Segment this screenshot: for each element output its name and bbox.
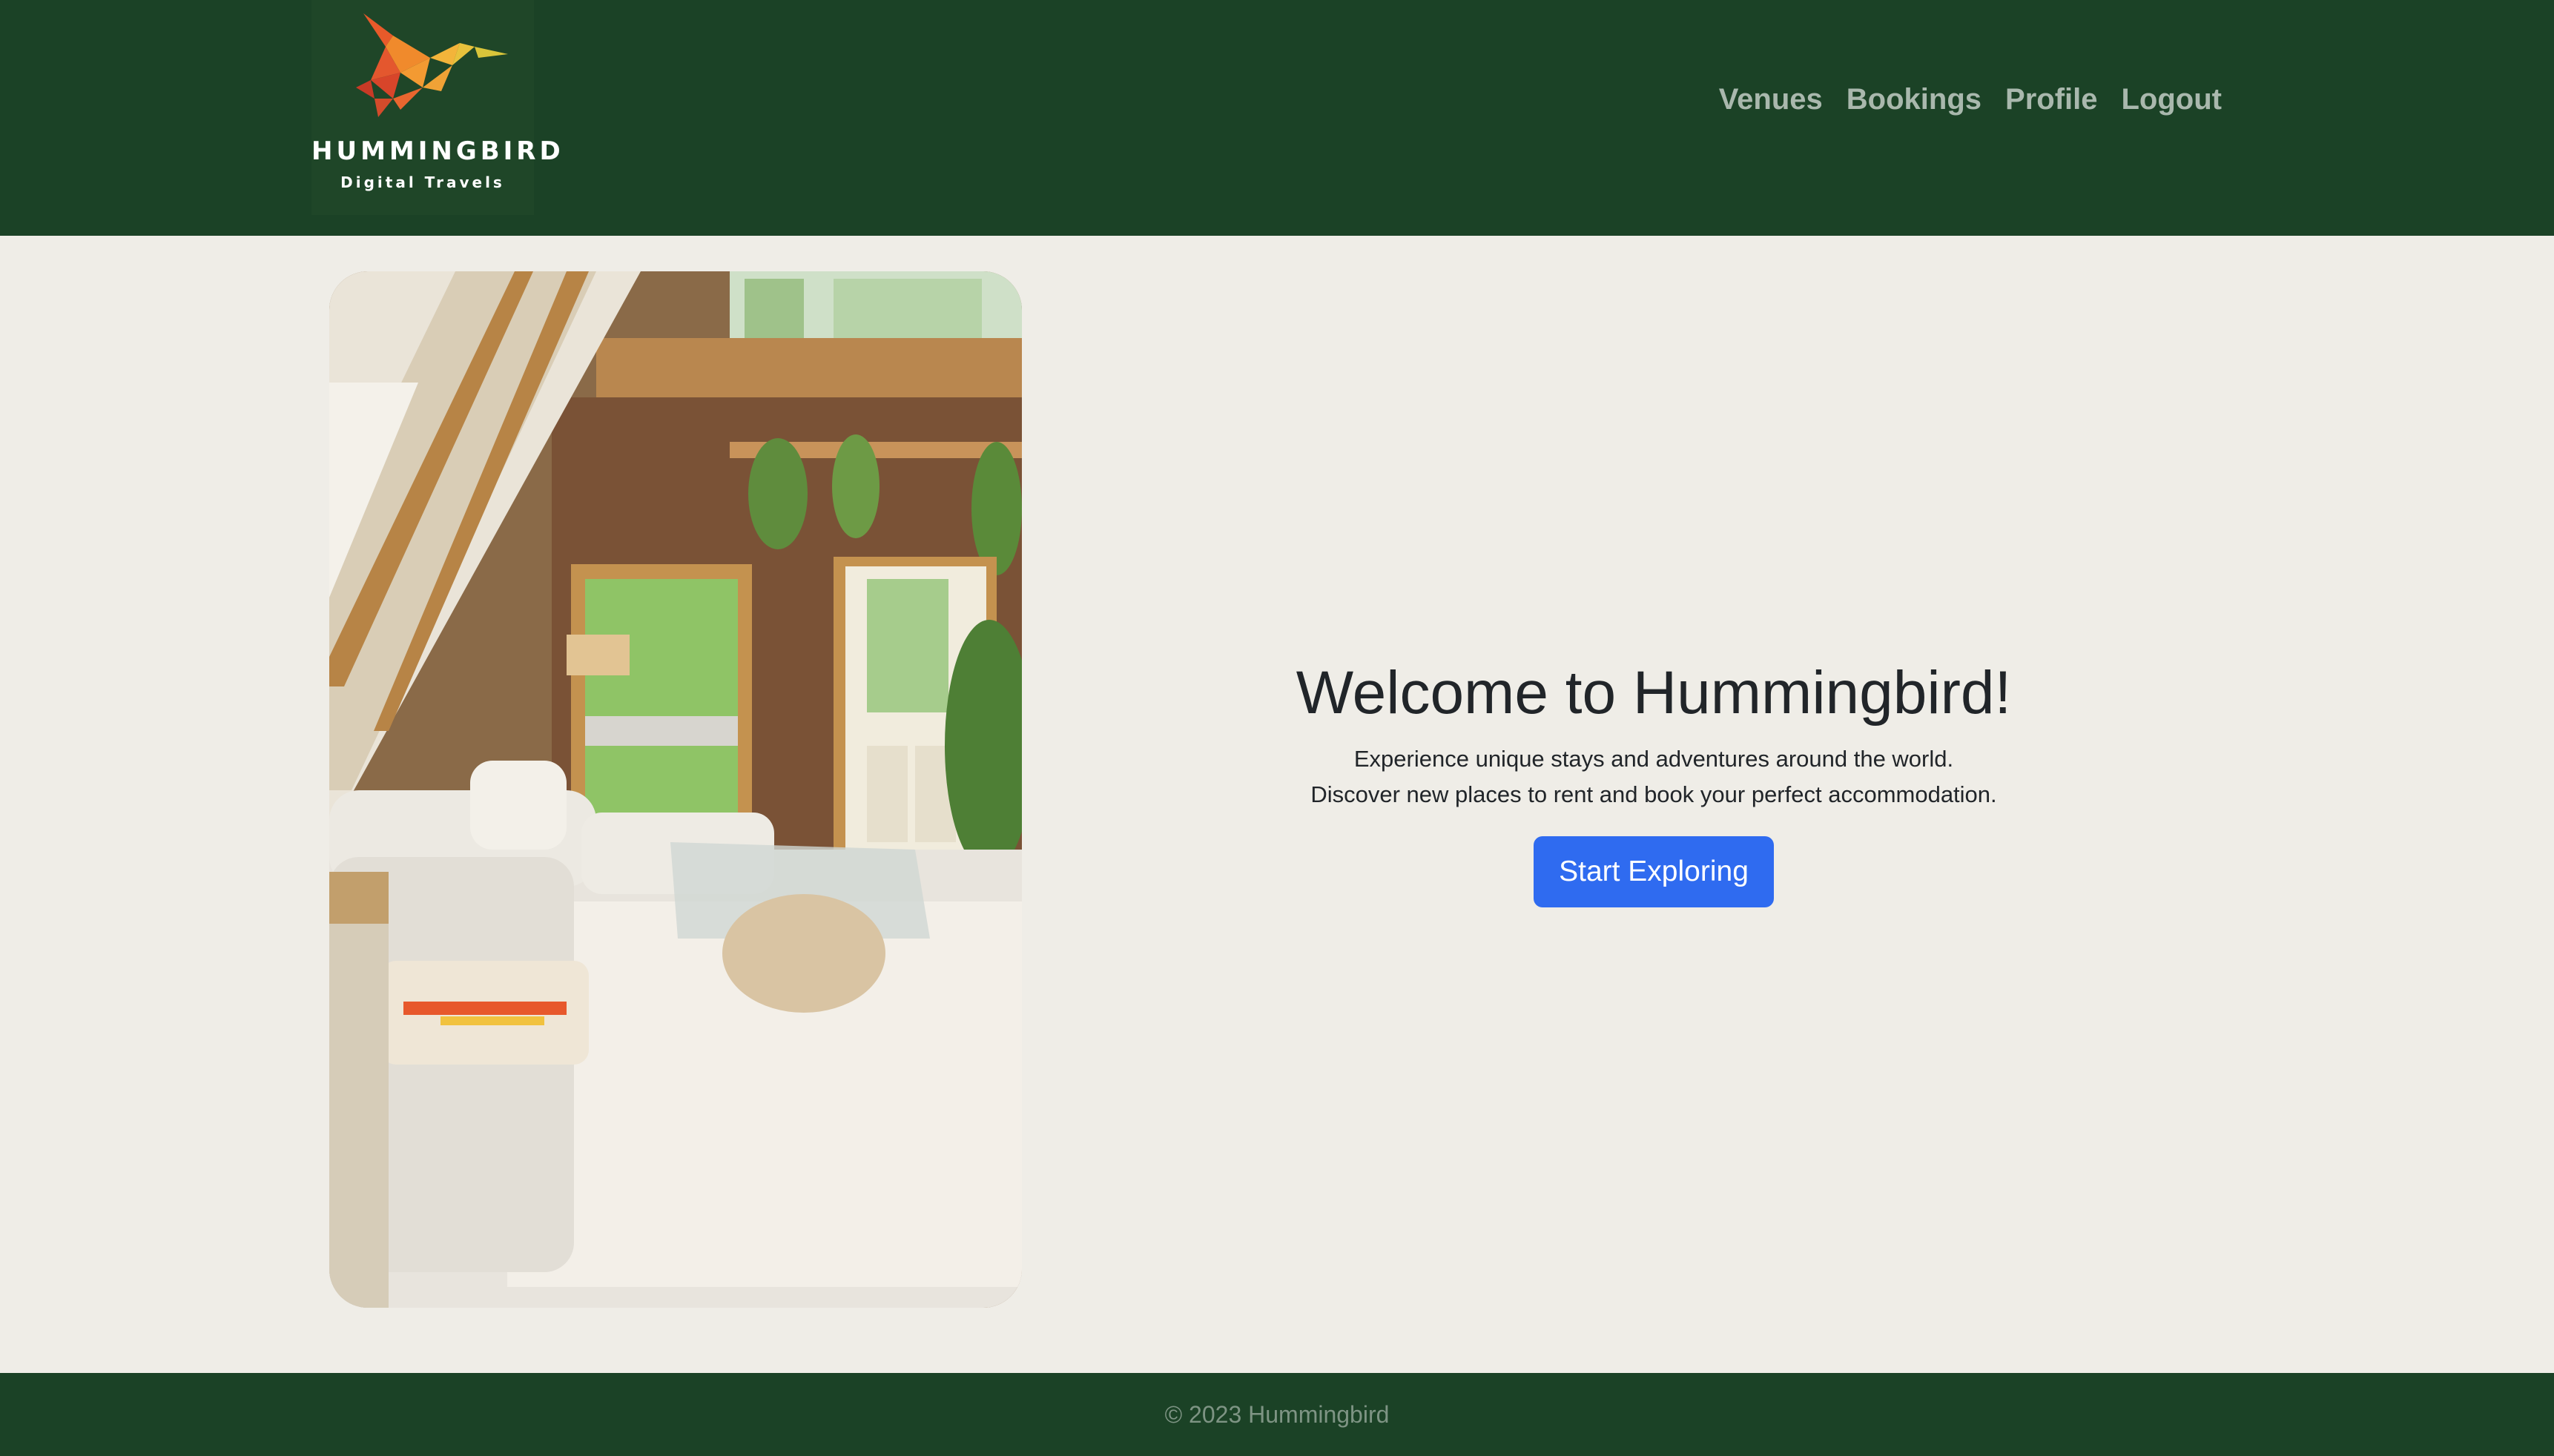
nav-venues-link[interactable]: Venues: [1719, 83, 1823, 116]
hummingbird-logo-icon: [356, 13, 508, 117]
brand-tagline: Digital Travels: [340, 173, 505, 191]
nav-logout-link[interactable]: Logout: [2122, 83, 2223, 116]
hero-description-line-1: Experience unique stays and adventures a…: [1353, 746, 1954, 772]
site-header: HUMMINGBIRD Digital Travels Venues Booki…: [0, 0, 2554, 236]
start-exploring-button[interactable]: Start Exploring: [1534, 836, 1774, 907]
brand-name: HUMMINGBIRD: [311, 136, 564, 166]
living-room-photo-icon: [329, 271, 1022, 1308]
copyright-text: © 2023 Hummingbird: [1164, 1401, 1390, 1428]
main-nav: Venues Bookings Profile Logout: [1719, 83, 2222, 116]
hero-photo: [329, 271, 1022, 1308]
hero-title: Welcome to Hummingbird!: [1296, 659, 2012, 727]
nav-bookings-link[interactable]: Bookings: [1847, 83, 1982, 116]
hero-description-line-2: Discover new places to rent and book you…: [1310, 781, 1997, 807]
hero-section: Welcome to Hummingbird! Experience uniqu…: [1187, 658, 2121, 907]
site-footer: © 2023 Hummingbird: [0, 1373, 2554, 1456]
hero-description: Experience unique stays and adventures a…: [1187, 741, 2121, 813]
brand-logo[interactable]: HUMMINGBIRD Digital Travels: [311, 0, 564, 215]
nav-profile-link[interactable]: Profile: [2005, 83, 2097, 116]
